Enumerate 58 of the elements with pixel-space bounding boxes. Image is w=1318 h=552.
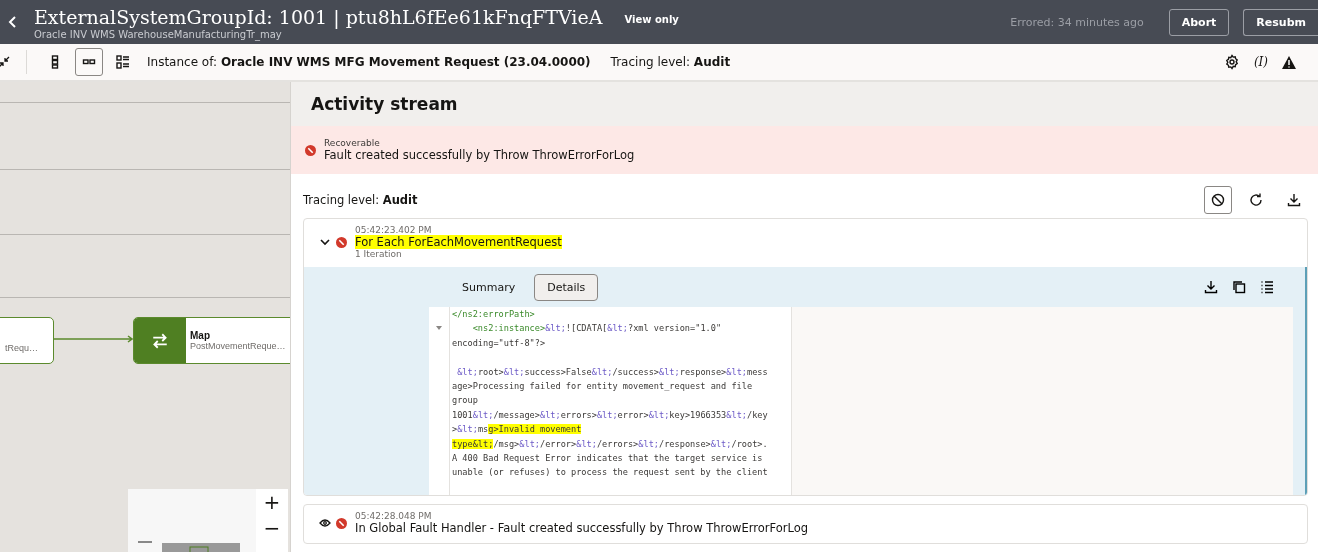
code-line: A 400 Bad Request Error indicates that the target service is (452, 452, 764, 466)
list-icon (1259, 279, 1275, 295)
download-icon (1203, 279, 1219, 295)
block-button[interactable] (1204, 186, 1232, 214)
code-line: 1001&lt;/message>&lt;errors>&lt;error>&lt;key>1966353&lt;/key (452, 408, 769, 422)
code-line: </ns2:errorPath> (452, 308, 536, 321)
flow-node[interactable]: tRequ… (0, 317, 54, 364)
fold-icon[interactable] (436, 326, 442, 330)
warning-icon (1282, 55, 1296, 69)
entry-title: In Global Fault Handler - Fault created successfully by Throw ThrowErrorForLog (355, 521, 808, 535)
copy-icon (1231, 279, 1247, 295)
variables-icon[interactable]: (I) (1253, 55, 1268, 69)
code-line: age>Processing failed for entity movement_request and file (452, 380, 754, 393)
abort-button[interactable]: Abort (1168, 8, 1230, 36)
eye-icon (319, 519, 331, 527)
code-line: unable (or refuses) to process the request sent by the client (452, 466, 769, 480)
settings-icon (1223, 54, 1240, 70)
block-icon (1210, 192, 1226, 208)
zoom-out-button[interactable]: − (263, 515, 281, 541)
alert-message: Fault created successfully by Throw ThrowErrorForLog (324, 148, 635, 162)
node-subtitle: PostMovementReque… (190, 341, 286, 351)
download-icon (1286, 192, 1302, 208)
collapse-arrows-icon (0, 56, 10, 68)
panel-title: Activity stream (311, 94, 458, 114)
tracing-level: Tracing level: Audit (610, 55, 731, 69)
chevron-left-icon (8, 16, 18, 28)
view-toggle[interactable] (75, 48, 103, 76)
zoom-in-button[interactable]: + (263, 489, 281, 515)
code-line: group (452, 394, 479, 408)
code-line: encoding="utf-8"?> (452, 336, 547, 350)
code-line: <ns2:instance>&lt;![CDATA[&lt;?xml version="1.0" (471, 322, 723, 336)
status-text: Errored: 34 minutes ago (1010, 15, 1144, 29)
node-title: Map (190, 330, 211, 341)
code-line: &lt;root>&lt;success>False&lt;/success>&lt;response>&lt;mess (456, 365, 769, 379)
error-icon (305, 144, 316, 156)
page-title: ExternalSystemGroupId: 1001 | ptu8hL6fEe61kFnqFTVieA (34, 4, 603, 29)
entry-title: For Each ForEachMovementRequest (355, 235, 562, 249)
map-node[interactable]: Map PostMovementReque… (133, 317, 290, 364)
instance-info: Instance of: Oracle INV WMS MFG Movement Request (23.04.0000) (147, 55, 591, 69)
detail-tab[interactable]: Details (534, 273, 599, 301)
detail-tab[interactable]: Summary (449, 273, 529, 301)
resubmit-button[interactable]: Resubm (1243, 8, 1318, 36)
swap-arrows-icon (151, 331, 169, 350)
integration-name: Oracle INV WMS WarehouseManufacturingTr_may (34, 28, 283, 40)
refresh-icon (1248, 192, 1264, 208)
chevron-down-icon (320, 238, 330, 246)
minimap[interactable] (128, 489, 256, 552)
alert-label: Recoverable (324, 138, 381, 148)
error-icon (336, 517, 347, 529)
tracing-level: Tracing level: Audit (303, 193, 418, 207)
iteration-count: 1 Iteration (355, 249, 403, 259)
list-view-icon (115, 54, 131, 70)
code-line: type&lt;/msg>&lt;/error>&lt;/errors>&lt;/response>&lt;/root>. (452, 437, 769, 451)
node-subtitle: tRequ… (5, 343, 39, 353)
view-only-label: View only (624, 13, 679, 25)
error-icon (336, 236, 347, 248)
entry-time: 05:42:23.402 PM (355, 225, 433, 235)
entry-time: 05:42:28.048 PM (355, 511, 433, 521)
